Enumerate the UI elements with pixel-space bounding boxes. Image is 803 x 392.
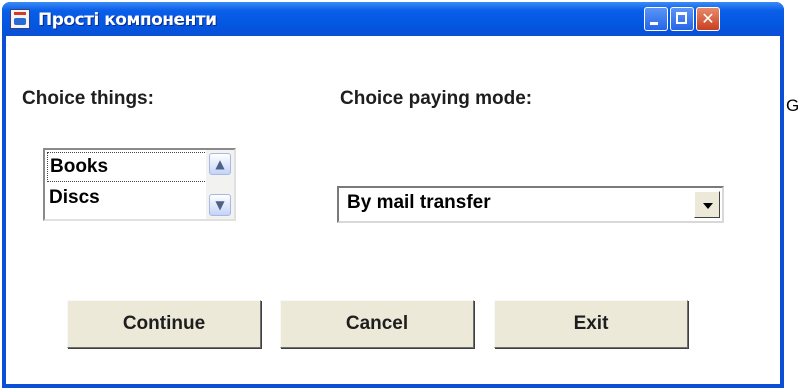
list-item-books[interactable]: Books	[47, 152, 207, 182]
close-button[interactable]: ✕	[696, 7, 720, 31]
java-cup-icon[interactable]	[10, 9, 30, 29]
chevron-down-icon[interactable]	[694, 191, 720, 218]
paying-mode-value: By mail transfer	[347, 192, 491, 213]
title-bar[interactable]: Прості компоненти ✕	[2, 2, 784, 36]
minimize-button[interactable]	[644, 7, 668, 31]
cancel-button[interactable]: Cancel	[280, 300, 474, 348]
choice-things-label: Choice things:	[22, 88, 154, 109]
paying-mode-select[interactable]: By mail transfer	[337, 186, 724, 223]
exit-button[interactable]: Exit	[494, 300, 688, 348]
scroll-up-icon[interactable]: ▲	[209, 153, 231, 175]
minimize-icon	[650, 22, 658, 25]
side-text: G	[786, 96, 800, 115]
list-scrollbar[interactable]: ▲ ▼	[206, 150, 234, 219]
continue-button[interactable]: Continue	[67, 300, 261, 348]
maximize-icon	[676, 12, 687, 24]
scroll-down-icon[interactable]: ▼	[209, 194, 231, 216]
close-icon: ✕	[701, 9, 715, 28]
choice-paying-label: Choice paying mode:	[340, 88, 533, 109]
list-item-discs[interactable]: Discs	[47, 184, 207, 214]
window-title: Прості компоненти	[38, 10, 217, 30]
things-list[interactable]: Books Discs ▲ ▼	[43, 148, 236, 221]
maximize-button[interactable]	[670, 7, 694, 31]
